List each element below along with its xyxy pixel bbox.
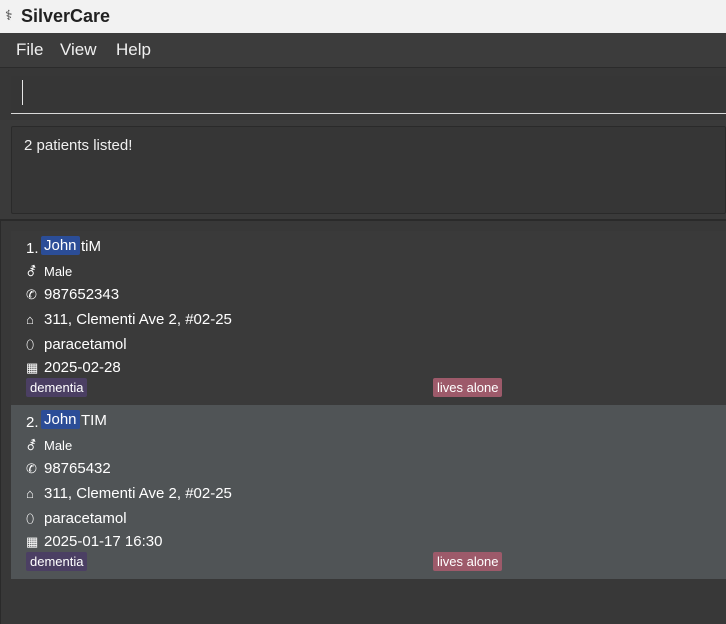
- patient-first-name-highlight: John: [41, 410, 80, 429]
- result-message: 2 patients listed!: [24, 137, 133, 154]
- patient-phone-row: ✆ 98765432: [26, 460, 111, 477]
- patient-last-name: tiM: [81, 238, 101, 255]
- patient-date: 2025-02-28: [44, 359, 121, 376]
- menu-view[interactable]: View: [60, 40, 97, 60]
- patient-address-row: ⌂ 311, Clementi Ave 2, #02-25: [26, 485, 232, 502]
- patient-medication-row: ⬯ paracetamol: [26, 510, 127, 527]
- title-bar: ⚕ SilverCare: [0, 0, 726, 33]
- phone-icon: ✆: [26, 461, 37, 476]
- home-icon: ⌂: [26, 486, 34, 501]
- patient-phone: 98765432: [44, 460, 111, 477]
- text-caret: [22, 80, 23, 105]
- result-display: 2 patients listed!: [11, 126, 726, 214]
- calendar-icon: ▦: [26, 534, 39, 549]
- tag-lives-alone: lives alone: [433, 378, 503, 397]
- patient-index: 1.: [26, 240, 39, 257]
- patient-phone: 987652343: [44, 286, 120, 303]
- patient-medication: paracetamol: [44, 510, 127, 527]
- menu-file[interactable]: File: [16, 40, 43, 60]
- tag-dementia: dementia: [26, 378, 88, 397]
- tag-dementia: dementia: [26, 552, 88, 571]
- patient-medication: paracetamol: [44, 336, 127, 353]
- patient-gender-row: ⚦ Male: [26, 438, 72, 454]
- patient-gender: Male: [44, 264, 73, 279]
- pill-icon: ⬯: [26, 337, 35, 352]
- patient-address-row: ⌂ 311, Clementi Ave 2, #02-25: [26, 311, 232, 328]
- patient-address: 311, Clementi Ave 2, #02-25: [44, 311, 232, 328]
- menu-bar: File View Help: [0, 33, 726, 68]
- command-input[interactable]: [11, 76, 726, 114]
- phone-icon: ✆: [26, 287, 37, 302]
- patient-phone-row: ✆ 987652343: [26, 286, 119, 303]
- menu-help[interactable]: Help: [116, 40, 151, 60]
- patient-gender: Male: [44, 438, 73, 453]
- patient-address: 311, Clementi Ave 2, #02-25: [44, 485, 232, 502]
- patient-medication-row: ⬯ paracetamol: [26, 336, 127, 353]
- gender-icon: ⚦: [26, 438, 37, 453]
- patient-index: 2.: [26, 414, 39, 431]
- window-title: SilverCare: [21, 6, 111, 26]
- patient-first-name-highlight: John: [41, 236, 80, 255]
- patient-date-row: ▦ 2025-02-28: [26, 359, 121, 376]
- patient-date-row: ▦ 2025-01-17 16:30: [26, 533, 162, 550]
- pill-icon: ⬯: [26, 511, 35, 526]
- command-area: [0, 68, 726, 120]
- patient-card[interactable]: 2. John TIM ⚦ Male ✆ 98765432 ⌂ 311, Clemen…: [11, 405, 726, 579]
- calendar-icon: ▦: [26, 360, 39, 375]
- home-icon: ⌂: [26, 312, 34, 327]
- tag-lives-alone: lives alone: [433, 552, 503, 571]
- patient-date: 2025-01-17 16:30: [44, 533, 163, 550]
- gender-icon: ⚦: [26, 264, 37, 279]
- caduceus-icon: ⚕: [5, 8, 13, 24]
- patient-card[interactable]: 1. John tiM ⚦ Male ✆ 987652343 ⌂ 311, Cleme…: [11, 231, 726, 405]
- patient-gender-row: ⚦ Male: [26, 264, 72, 280]
- patient-last-name: TIM: [81, 412, 107, 429]
